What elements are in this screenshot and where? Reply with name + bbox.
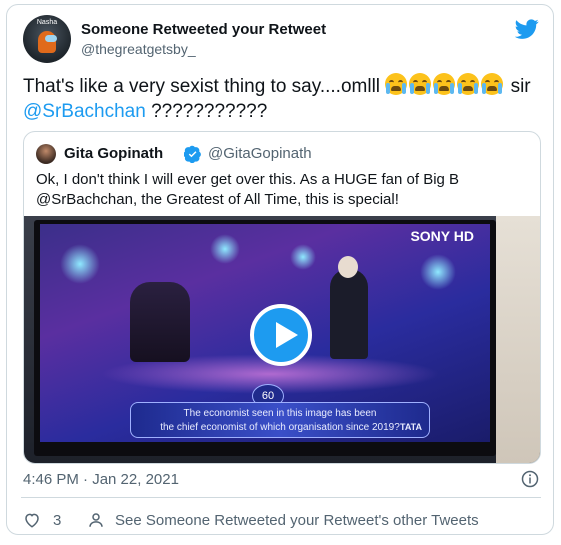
tweet-text-part2: sir — [505, 76, 531, 97]
emoji-crying-4-icon — [457, 73, 480, 95]
sponsor-logo: TATA — [400, 422, 422, 432]
play-button-icon[interactable] — [250, 304, 312, 366]
tweet-text-part1: That's like a very sexist thing to say..… — [23, 76, 381, 97]
tweet-text: That's like a very sexist thing to say..… — [23, 73, 543, 124]
quoted-handle[interactable]: @GitaGopinath — [208, 145, 312, 162]
question-line-2: the chief economist of which organisatio… — [160, 422, 400, 433]
avatar[interactable]: Nasha — [23, 15, 71, 63]
question-line-1: The economist seen in this image has bee… — [183, 408, 377, 419]
info-icon[interactable] — [521, 470, 539, 488]
verified-badge-icon — [184, 145, 201, 163]
quoted-text: Ok, I don't think I will ever get over t… — [36, 171, 460, 208]
emoji-crying-2-icon — [409, 73, 432, 95]
channel-logo: SONY HD — [410, 228, 474, 244]
emoji-crying-3-icon — [433, 73, 456, 95]
quoted-tweet[interactable]: Gita Gopinath @GitaGopinath Ok, I don't … — [23, 131, 541, 464]
host-figure — [330, 269, 368, 359]
emoji-crying-1-icon — [385, 73, 408, 95]
quoted-display-name[interactable]: Gita Gopinath — [64, 145, 163, 162]
other-tweets-link[interactable]: See Someone Retweeted your Retweet's oth… — [115, 512, 479, 529]
host-head — [338, 256, 358, 278]
background-wall — [496, 216, 540, 463]
avatar-tag: Nasha — [36, 19, 58, 26]
tweet-card[interactable]: Nasha Someone Retweeted your Retweet @th… — [6, 4, 554, 535]
mention-link[interactable]: @SrBachchan — [23, 101, 146, 122]
twitter-bird-icon[interactable] — [515, 17, 539, 41]
divider — [21, 497, 541, 498]
tweet-text-part3: ??????????? — [145, 101, 268, 122]
contestant-chair — [130, 282, 190, 362]
person-icon[interactable] — [87, 511, 105, 529]
stage-light — [210, 234, 240, 264]
like-count: 3 — [53, 512, 62, 529]
emoji-crying-5-icon — [481, 73, 504, 95]
heart-icon[interactable] — [23, 511, 41, 529]
quoted-avatar[interactable] — [36, 144, 56, 164]
stage-light — [290, 244, 316, 270]
tweet-timestamp[interactable]: 4:46 PM · Jan 22, 2021 — [23, 471, 179, 488]
display-name[interactable]: Someone Retweeted your Retweet — [81, 21, 326, 38]
video-media[interactable]: SONY HD 60 The economist seen in this im… — [24, 216, 540, 463]
stage-light — [420, 254, 456, 290]
stage-light — [60, 244, 100, 284]
avatar-visor — [45, 35, 57, 42]
user-handle[interactable]: @thegreatgetsby_ — [81, 41, 196, 57]
question-banner: The economist seen in this image has bee… — [130, 402, 430, 438]
